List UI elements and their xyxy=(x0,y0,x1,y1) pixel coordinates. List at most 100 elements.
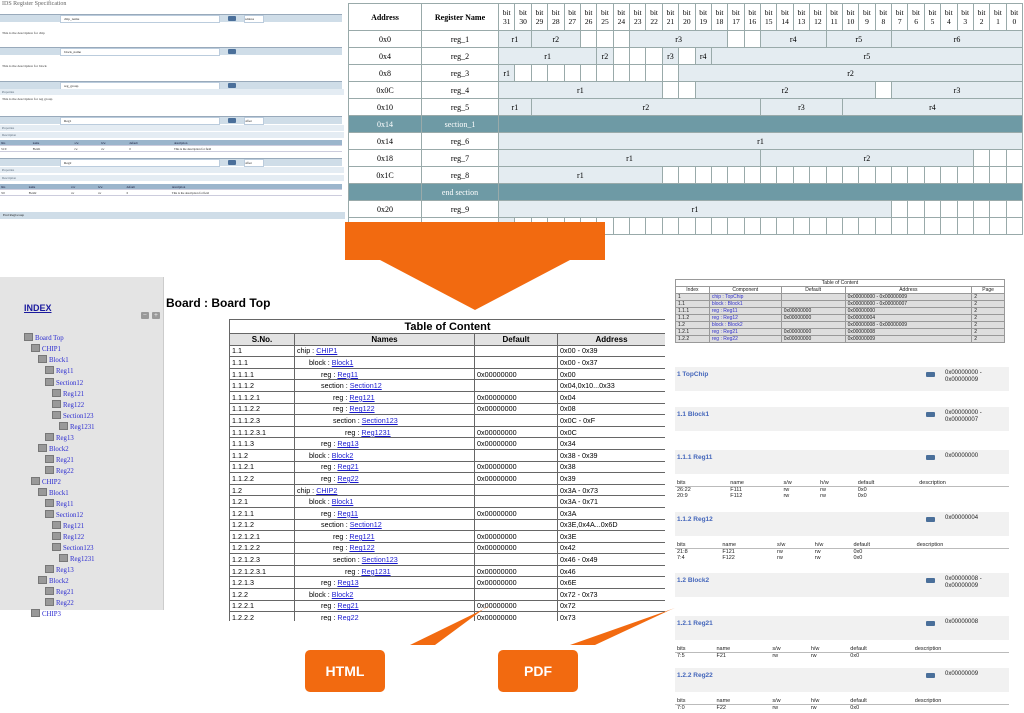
tree-item-reg22[interactable]: Reg22 xyxy=(45,598,74,607)
tree-item-reg13[interactable]: Reg13 xyxy=(45,565,74,574)
field-r1[interactable]: r1 xyxy=(498,132,1023,150)
tree-item-section12[interactable]: Section12 xyxy=(45,510,83,519)
reg1-name-field[interactable]: Reg1 xyxy=(60,117,220,125)
tree-item-section123[interactable]: Section123 xyxy=(52,543,94,552)
field-r2[interactable]: r2 xyxy=(596,47,614,65)
tree-item-block1[interactable]: Block1 xyxy=(38,488,69,497)
field-r1[interactable]: r1 xyxy=(498,166,663,184)
chip-address-field[interactable]: address xyxy=(244,15,264,23)
pdf-toc-component[interactable]: block : Block2 xyxy=(708,321,782,329)
toc-link-block1[interactable]: Block1 xyxy=(332,497,354,506)
field-r1[interactable]: r1 xyxy=(498,149,761,167)
block-name-field[interactable]: block_name xyxy=(60,48,220,56)
toc-link-chip2[interactable]: CHIP2 xyxy=(316,486,337,495)
pdf-toc-component[interactable]: reg : Reg12 xyxy=(708,314,782,322)
tree-item-reg122[interactable]: Reg122 xyxy=(52,400,84,409)
pdf-section-title[interactable]: 1.1 Block1 xyxy=(677,411,709,418)
reg1-offset-field[interactable]: offset xyxy=(244,117,264,125)
field-r1[interactable]: r1 xyxy=(498,81,663,99)
pdf-toc-component[interactable]: chip : TopChip xyxy=(708,293,782,301)
toc-link-reg122[interactable]: Reg122 xyxy=(349,404,374,413)
toc-link-block1[interactable]: Block1 xyxy=(332,358,354,367)
tree-item-reg121[interactable]: Reg121 xyxy=(52,521,84,530)
field-r1[interactable]: r1 xyxy=(498,98,532,116)
toc-link-reg13[interactable]: Reg13 xyxy=(337,578,358,587)
field-r6[interactable]: r6 xyxy=(891,30,1023,48)
toc-link-reg121[interactable]: Reg121 xyxy=(349,393,374,402)
tree-item-chip3[interactable]: CHIP3 xyxy=(31,609,61,618)
field-r1[interactable]: r1 xyxy=(498,200,892,218)
index-link[interactable]: INDEX xyxy=(24,303,52,313)
toc-link-reg22[interactable]: Reg22 xyxy=(337,474,358,483)
tree-item-reg1231[interactable]: Reg1231 xyxy=(59,554,95,563)
reserved-bit xyxy=(792,166,811,184)
toc-link-block2[interactable]: Block2 xyxy=(332,590,354,599)
toc-link-reg11[interactable]: Reg11 xyxy=(337,370,358,379)
toc-link-chip1[interactable]: CHIP1 xyxy=(316,346,337,355)
chip-name-field[interactable]: chip_name xyxy=(60,15,220,23)
field-r3[interactable]: r3 xyxy=(891,81,1023,99)
toc-link-section12[interactable]: Section12 xyxy=(350,520,382,529)
tree-item-chip2[interactable]: CHIP2 xyxy=(31,477,61,486)
field-r1[interactable]: r1 xyxy=(497,47,598,65)
tree-item-chip1[interactable]: CHIP1 xyxy=(31,344,61,353)
tree-item-section12[interactable]: Section12 xyxy=(45,378,83,387)
toc-link-section12[interactable]: Section12 xyxy=(350,381,382,390)
toc-link-block2[interactable]: Block2 xyxy=(332,451,354,460)
tree-item-reg121[interactable]: Reg121 xyxy=(52,389,84,398)
toc-link-reg11[interactable]: Reg11 xyxy=(337,509,358,518)
field-r2[interactable]: r2 xyxy=(678,64,1023,82)
tree-item-block1[interactable]: Block1 xyxy=(38,355,69,364)
field-r1[interactable]: r1 xyxy=(497,64,516,82)
pdf-toc-component[interactable]: reg : Reg11 xyxy=(708,307,782,315)
tree-item-reg21[interactable]: Reg21 xyxy=(45,455,74,464)
toc-link-section123[interactable]: Section123 xyxy=(362,555,398,564)
field-r5[interactable]: r5 xyxy=(710,47,1024,65)
field-r2[interactable]: r2 xyxy=(760,149,974,167)
field-r2[interactable]: r2 xyxy=(530,30,581,48)
toc-link-reg1231[interactable]: Reg1231 xyxy=(361,567,390,576)
tree-item-board top[interactable]: Board Top xyxy=(24,333,64,342)
field-r2[interactable]: r2 xyxy=(694,81,876,99)
index-sidebar: INDEX − + Board Top CHIP1 Block1 Reg11 Secti… xyxy=(0,277,164,618)
field-r2[interactable]: r2 xyxy=(530,98,762,116)
field-r5[interactable]: r5 xyxy=(825,30,892,48)
pdf-toc-component[interactable]: reg : Reg21 xyxy=(708,328,782,336)
pdf-toc-component[interactable]: reg : Reg22 xyxy=(708,335,782,343)
tree-item-reg22[interactable]: Reg22 xyxy=(45,466,74,475)
reg2-name-field[interactable]: Reg2 xyxy=(60,159,220,167)
tree-item-section123[interactable]: Section123 xyxy=(52,411,94,420)
field-r1[interactable]: r1 xyxy=(498,30,532,48)
field-r4[interactable]: r4 xyxy=(760,30,827,48)
field-r3[interactable]: r3 xyxy=(628,30,729,48)
tree-item-reg21[interactable]: Reg21 xyxy=(45,587,74,596)
toc-link-reg1231[interactable]: Reg1231 xyxy=(361,428,390,437)
field-r3[interactable]: r3 xyxy=(661,47,680,65)
toc-link-reg21[interactable]: Reg21 xyxy=(337,462,358,471)
tree-item-block2[interactable]: Block2 xyxy=(38,576,69,585)
pdf-section-title[interactable]: 1.2 Block2 xyxy=(677,577,709,584)
toc-link-reg13[interactable]: Reg13 xyxy=(337,439,358,448)
reg2-offset-field[interactable]: offset xyxy=(244,159,264,167)
field-r3[interactable]: r3 xyxy=(760,98,843,116)
toc-link-reg122[interactable]: Reg122 xyxy=(349,543,374,552)
toc-link-section123[interactable]: Section123 xyxy=(362,416,398,425)
field-r4[interactable]: r4 xyxy=(694,47,712,65)
pdf-section-title[interactable]: 1.2.1 Reg21 xyxy=(677,620,713,627)
tree-item-reg11[interactable]: Reg11 xyxy=(45,499,74,508)
tree-item-reg11[interactable]: Reg11 xyxy=(45,366,74,375)
tree-item-reg13[interactable]: Reg13 xyxy=(45,433,74,442)
register-address: 0x18 xyxy=(348,149,422,167)
tree-item-reg1231[interactable]: Reg1231 xyxy=(59,422,95,431)
expand-all-button[interactable]: + xyxy=(152,312,160,319)
toc-link-reg121[interactable]: Reg121 xyxy=(349,532,374,541)
tree-item-reg122[interactable]: Reg122 xyxy=(52,532,84,541)
pdf-section-title[interactable]: 1.1.2 Reg12 xyxy=(677,516,713,523)
pdf-section-title[interactable]: 1.2.2 Reg22 xyxy=(677,672,713,679)
tree-item-block2[interactable]: Block2 xyxy=(38,444,69,453)
pdf-section-title[interactable]: 1.1.1 Reg11 xyxy=(677,454,712,461)
pdf-section-title[interactable]: 1 TopChip xyxy=(677,371,708,378)
pdf-toc-component[interactable]: block : Block1 xyxy=(708,300,782,308)
collapse-all-button[interactable]: − xyxy=(141,312,149,319)
field-r4[interactable]: r4 xyxy=(841,98,1024,116)
